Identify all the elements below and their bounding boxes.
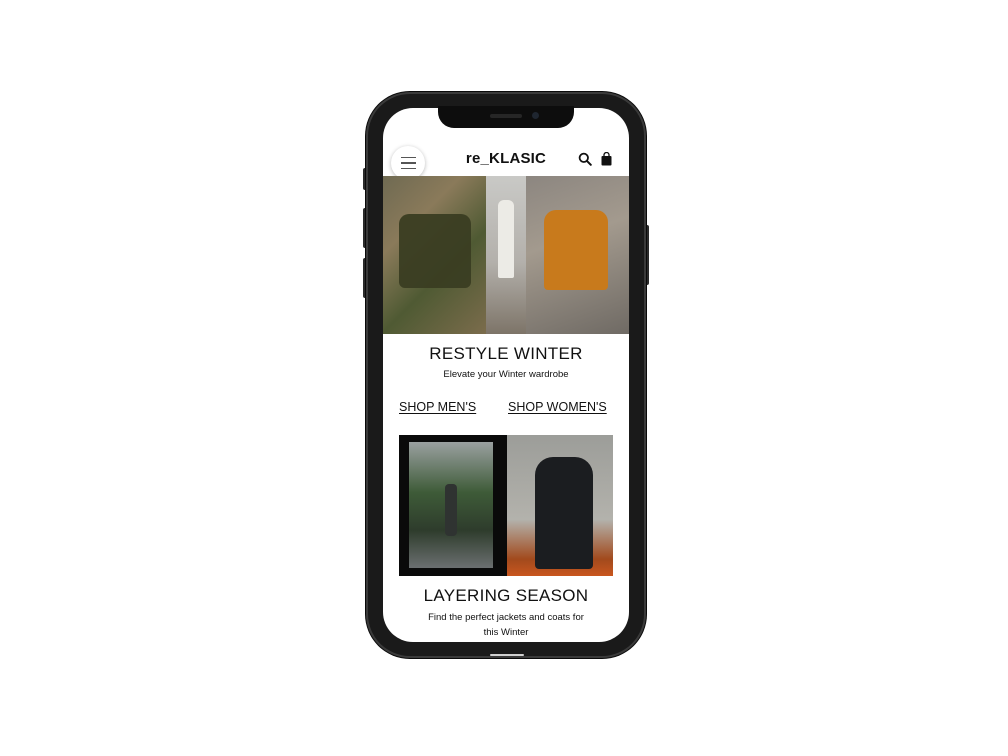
editorial-image-frame (399, 435, 507, 576)
phone-camera (532, 112, 539, 119)
hero-image-model-white-jacket (486, 176, 526, 334)
editorial-banner[interactable] (399, 435, 613, 576)
editorial-subtitle: Find the perfect jackets and coats for t… (383, 610, 629, 640)
site-logo[interactable]: re_KLASIC (383, 150, 629, 167)
hero-image-orange-jacket (526, 176, 629, 334)
shopping-bag-icon[interactable] (601, 152, 612, 166)
search-icon[interactable] (578, 152, 592, 166)
editorial-subtitle-line-1: Find the perfect jackets and coats for (428, 612, 584, 623)
editorial-title: LAYERING SEASON (423, 586, 589, 605)
shop-womens-link[interactable]: SHOP WOMEN'S (508, 400, 607, 414)
phone-speaker (490, 114, 522, 118)
hero-image-green-sweater (383, 176, 486, 334)
hamburger-menu-icon-line (400, 167, 416, 170)
editorial-image-outdoor-model (409, 442, 493, 568)
editorial-image-model-coat (507, 435, 613, 576)
hero-banner[interactable] (383, 176, 629, 334)
phone-screen: re_KLASIC RESTYLE WINTER Elevate your Wi… (383, 108, 629, 642)
home-indicator (490, 654, 524, 656)
shop-mens-link[interactable]: SHOP MEN'S (399, 400, 476, 414)
editorial-subtitle-line-2: this Winter (483, 627, 529, 638)
hero-title: RESTYLE WINTER (429, 344, 583, 363)
hero-subtitle: Elevate your Winter wardrobe (443, 369, 569, 380)
